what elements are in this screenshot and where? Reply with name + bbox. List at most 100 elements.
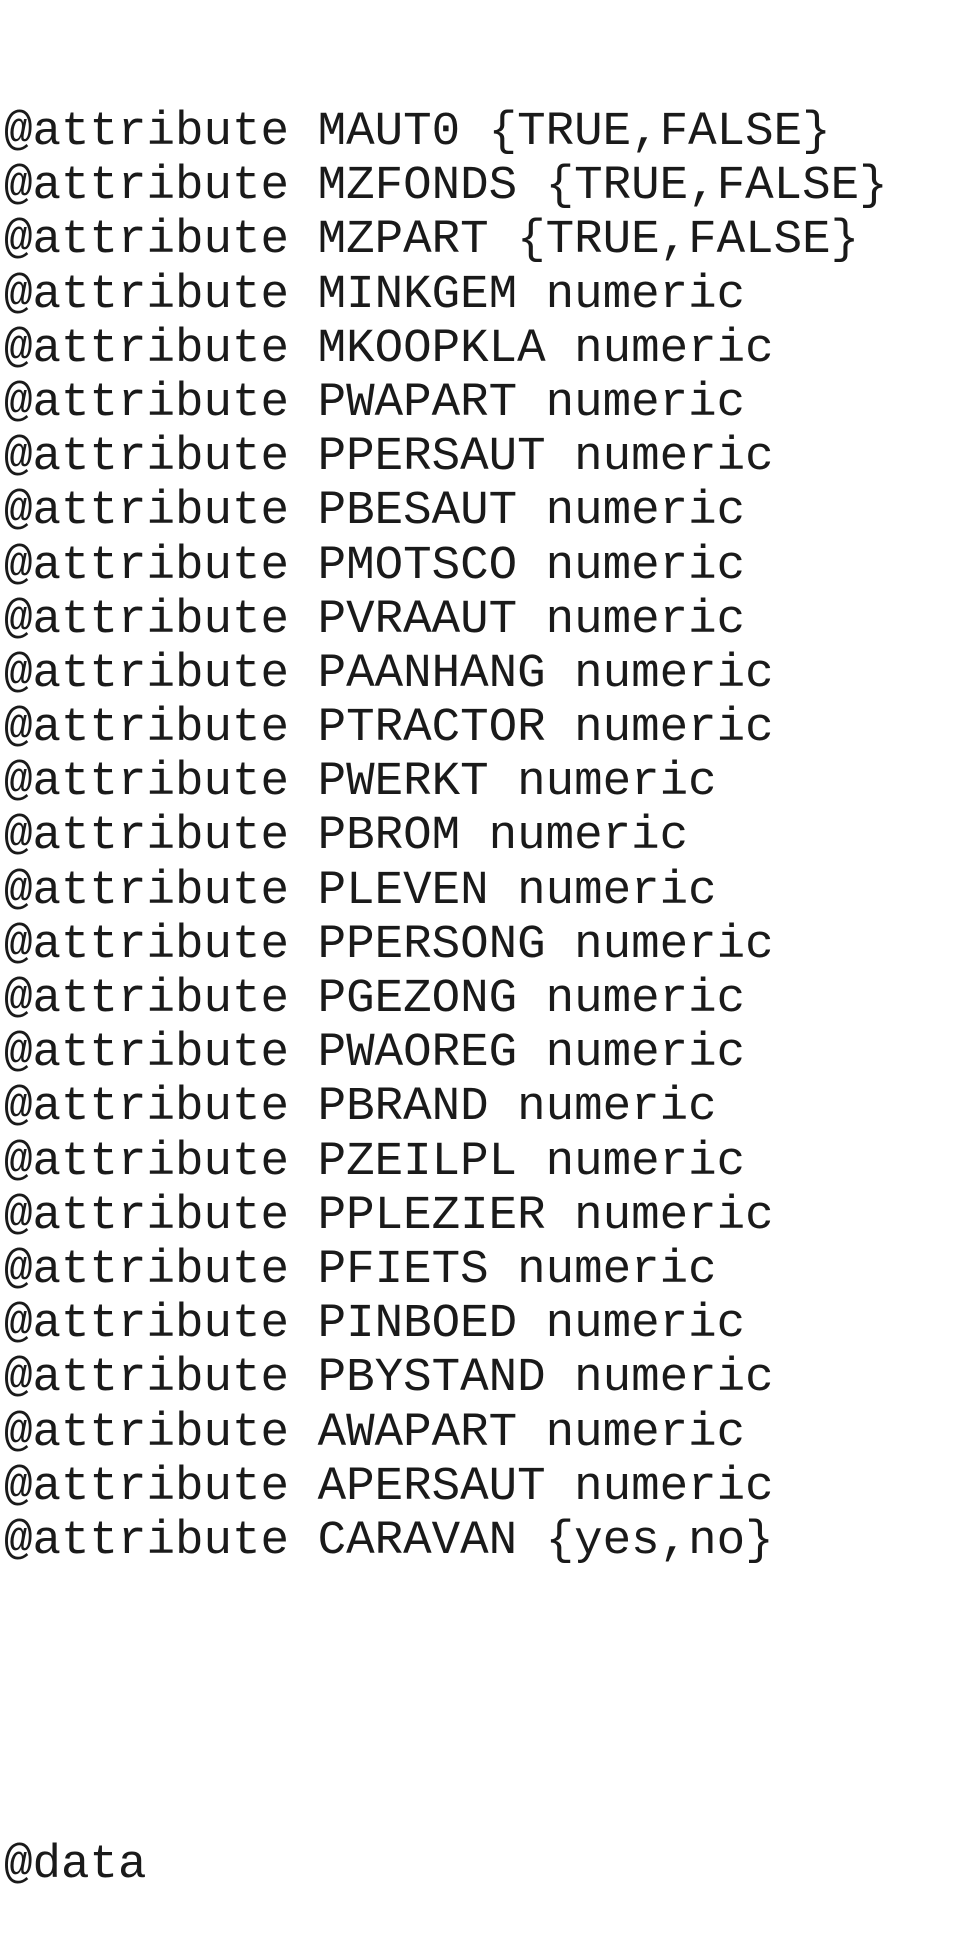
attribute-line: @attribute PFIETS numeric [4, 1243, 888, 1297]
attribute-name: PBROM [317, 809, 461, 864]
attribute-name: PAANHANG [317, 646, 546, 701]
attribute-name: PTRACTOR [317, 701, 546, 756]
attribute-line: @attribute PWAOREG numeric [4, 1026, 888, 1080]
arff-document: @attribute MAUT0 {TRUE,FALSE} @attribute … [4, 0, 888, 1946]
attribute-keyword: @attribute [4, 1405, 290, 1460]
attribute-keyword: @attribute [4, 1242, 290, 1297]
attribute-name: PPERSAUT [317, 430, 546, 485]
attribute-type: numeric [574, 1188, 774, 1243]
attribute-line: @attribute PPERSAUT numeric [4, 430, 888, 484]
attribute-type: numeric [545, 1405, 746, 1460]
attribute-keyword: @attribute [4, 321, 290, 376]
attribute-type: numeric [545, 375, 746, 430]
attribute-list: @attribute MAUT0 {TRUE,FALSE} @attribute … [4, 105, 888, 1568]
attribute-keyword: @attribute [4, 159, 290, 214]
attribute-type: numeric [545, 484, 746, 539]
attribute-name: PVRAAUT [317, 592, 518, 647]
attribute-line: @attribute PBROM numeric [4, 809, 888, 863]
attribute-line: @attribute APERSAUT numeric [4, 1460, 888, 1514]
attribute-keyword: @attribute [4, 1513, 290, 1568]
attribute-type: numeric [545, 267, 746, 322]
attribute-type: numeric [517, 1242, 717, 1297]
attribute-keyword: @attribute [4, 592, 290, 647]
attribute-name: PPLEZIER [317, 1188, 546, 1243]
attribute-type: numeric [545, 1297, 746, 1352]
attribute-name: CARAVAN [317, 1513, 518, 1568]
attribute-line: @attribute PPERSONG numeric [4, 918, 888, 972]
attribute-name: PZEILPL [317, 1134, 518, 1189]
attribute-line: @attribute PZEILPL numeric [4, 1135, 888, 1189]
attribute-keyword: @attribute [4, 538, 290, 593]
attribute-name: PLEVEN [317, 863, 489, 918]
attribute-keyword: @attribute [4, 105, 290, 159]
attribute-keyword: @attribute [4, 430, 290, 485]
attribute-line: @attribute PGEZONG numeric [4, 972, 888, 1026]
attribute-name: PFIETS [317, 1242, 489, 1297]
attribute-keyword: @attribute [4, 375, 290, 430]
attribute-keyword: @attribute [4, 646, 290, 701]
attribute-line: @attribute MAUT0 {TRUE,FALSE} [4, 105, 888, 159]
attribute-line: @attribute MZFONDS {TRUE,FALSE} [4, 159, 888, 213]
attribute-keyword: @attribute [4, 701, 290, 756]
attribute-keyword: @attribute [4, 809, 290, 864]
attribute-keyword: @attribute [4, 755, 290, 810]
attribute-line: @attribute MINKGEM numeric [4, 268, 888, 322]
attribute-line: @attribute AWAPART numeric [4, 1406, 888, 1460]
attribute-type: numeric [574, 1459, 774, 1514]
attribute-line: @attribute CARAVAN {yes,no} [4, 1514, 888, 1568]
attribute-type: numeric [574, 321, 774, 376]
attribute-name: MINKGEM [317, 267, 518, 322]
attribute-type: numeric [545, 538, 746, 593]
attribute-name: PMOTSCO [317, 538, 518, 593]
attribute-type: numeric [545, 972, 746, 1026]
attribute-type: {TRUE,FALSE} [517, 213, 860, 268]
attribute-keyword: @attribute [4, 484, 290, 539]
attribute-name: PWAPART [317, 375, 518, 430]
attribute-keyword: @attribute [4, 1080, 290, 1135]
attribute-name: PWERKT [317, 755, 489, 810]
attribute-keyword: @attribute [4, 1188, 290, 1243]
attribute-type: numeric [545, 1134, 746, 1189]
attribute-name: PBRAND [317, 1080, 489, 1135]
attribute-line: @attribute PTRACTOR numeric [4, 701, 888, 755]
data-section-keyword: @data [4, 1838, 147, 1893]
attribute-name: AWAPART [317, 1405, 518, 1460]
attribute-line: @attribute MKOOPKLA numeric [4, 322, 888, 376]
attribute-keyword: @attribute [4, 267, 290, 322]
attribute-line: @attribute PINBOED numeric [4, 1297, 888, 1351]
attribute-type: numeric [517, 755, 717, 810]
attribute-line: @attribute PBESAUT numeric [4, 484, 888, 538]
attribute-type: numeric [488, 809, 689, 864]
attribute-keyword: @attribute [4, 1297, 290, 1352]
attribute-name: PINBOED [317, 1297, 518, 1352]
attribute-keyword: @attribute [4, 213, 290, 268]
attribute-name: PWAOREG [317, 1026, 518, 1081]
attribute-type: numeric [545, 1026, 746, 1081]
attribute-line: @attribute PWAPART numeric [4, 376, 888, 430]
attribute-type: {TRUE,FALSE} [488, 105, 831, 159]
attribute-type: numeric [574, 430, 774, 485]
attribute-name: MZFONDS [317, 159, 518, 214]
attribute-type: numeric [574, 701, 774, 756]
attribute-type: numeric [574, 646, 774, 701]
attribute-type: {yes,no} [545, 1513, 774, 1568]
attribute-type: numeric [574, 917, 774, 972]
attribute-line: @attribute PVRAAUT numeric [4, 593, 888, 647]
attribute-name: PBYSTAND [317, 1351, 546, 1406]
attribute-line: @attribute PMOTSCO numeric [4, 539, 888, 593]
attribute-name: MKOOPKLA [317, 321, 546, 376]
attribute-name: PPERSONG [317, 917, 546, 972]
attribute-type: numeric [545, 592, 746, 647]
attribute-name: MZPART [317, 213, 489, 268]
attribute-line: @attribute MZPART {TRUE,FALSE} [4, 213, 888, 267]
attribute-type: numeric [517, 863, 717, 918]
attribute-keyword: @attribute [4, 1134, 290, 1189]
attribute-keyword: @attribute [4, 972, 290, 1026]
attribute-keyword: @attribute [4, 1351, 290, 1406]
attribute-line: @attribute PWERKT numeric [4, 755, 888, 809]
attribute-line: @attribute PLEVEN numeric [4, 864, 888, 918]
attribute-keyword: @attribute [4, 863, 290, 918]
attribute-type: numeric [574, 1351, 774, 1406]
attribute-keyword: @attribute [4, 1459, 290, 1514]
